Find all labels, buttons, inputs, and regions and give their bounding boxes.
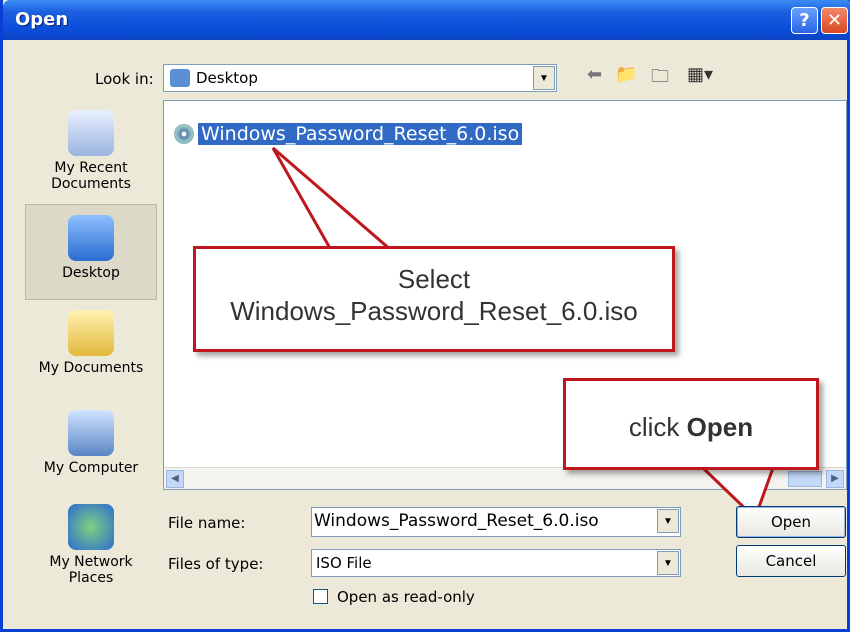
view-menu-icon[interactable]: ▦▾	[687, 64, 713, 85]
up-folder-icon[interactable]: 📁	[615, 64, 637, 85]
file-name: Windows_Password_Reset_6.0.iso	[198, 123, 523, 145]
chevron-down-icon[interactable]: ▼	[533, 66, 555, 90]
scroll-left-icon[interactable]: ◀	[166, 470, 184, 488]
chevron-down-icon[interactable]: ▼	[657, 509, 679, 533]
place-label: My Network Places	[49, 554, 133, 586]
file-type-value: ISO File	[316, 554, 372, 572]
file-type-select[interactable]: ISO File ▼	[311, 549, 681, 577]
back-arrow-icon[interactable]: ⬅	[587, 64, 602, 85]
place-label: My Computer	[43, 460, 139, 476]
my-computer-icon	[68, 410, 114, 456]
place-label: My Recent Documents	[51, 160, 131, 192]
open-dialog: Open ? ✕ Look in: Desktop ▼ ⬅ 📁 🗀 ▦▾ My …	[0, 0, 850, 632]
look-in-label: Look in:	[95, 70, 154, 88]
callout-click-open: click Open	[563, 378, 819, 470]
place-label: My Documents	[38, 360, 144, 376]
read-only-label: Open as read-only	[337, 588, 475, 606]
file-name-field[interactable]: Windows_Password_Reset_6.0.iso ▼	[311, 507, 681, 537]
callout-select: Select Windows_Password_Reset_6.0.iso	[193, 246, 675, 352]
callout-select-line2: Windows_Password_Reset_6.0.iso	[230, 296, 638, 326]
callout-click-prefix: click	[628, 412, 680, 442]
recent-documents-icon	[68, 110, 114, 156]
callout-click-bold: Open	[686, 412, 754, 442]
my-documents-icon	[68, 310, 114, 356]
list-item[interactable]: Windows_Password_Reset_6.0.iso	[174, 121, 523, 147]
place-desktop[interactable]: Desktop	[25, 204, 157, 300]
places-bar: My Recent Documents Desktop My Documents…	[25, 100, 157, 610]
desktop-place-icon	[68, 215, 114, 261]
place-my-network[interactable]: My Network Places	[25, 504, 157, 586]
place-my-computer[interactable]: My Computer	[25, 410, 157, 476]
help-icon[interactable]: ?	[791, 7, 818, 34]
scroll-thumb[interactable]	[788, 471, 822, 487]
place-recent-documents[interactable]: My Recent Documents	[25, 110, 157, 192]
place-label: Desktop	[62, 265, 120, 281]
callout-select-line1: Select	[397, 264, 471, 294]
read-only-checkbox[interactable]	[313, 589, 328, 604]
chevron-down-icon[interactable]: ▼	[657, 551, 679, 575]
file-name-label: File name:	[168, 514, 246, 532]
title-bar[interactable]: Open ? ✕	[3, 0, 850, 40]
look-in-combo[interactable]: Desktop ▼	[163, 64, 557, 92]
scroll-right-icon[interactable]: ▶	[826, 470, 844, 488]
file-type-label: Files of type:	[168, 555, 264, 573]
look-in-value: Desktop	[196, 69, 258, 87]
close-icon[interactable]: ✕	[821, 7, 848, 34]
cancel-button[interactable]: Cancel	[736, 545, 846, 577]
window-title: Open	[15, 9, 69, 30]
desktop-icon	[170, 69, 190, 87]
file-name-value: Windows_Password_Reset_6.0.iso	[314, 511, 599, 531]
new-folder-icon[interactable]: 🗀	[651, 64, 669, 94]
iso-disc-icon	[174, 124, 194, 144]
network-places-icon	[68, 504, 114, 550]
open-button[interactable]: Open	[736, 506, 846, 538]
place-my-documents[interactable]: My Documents	[25, 310, 157, 376]
